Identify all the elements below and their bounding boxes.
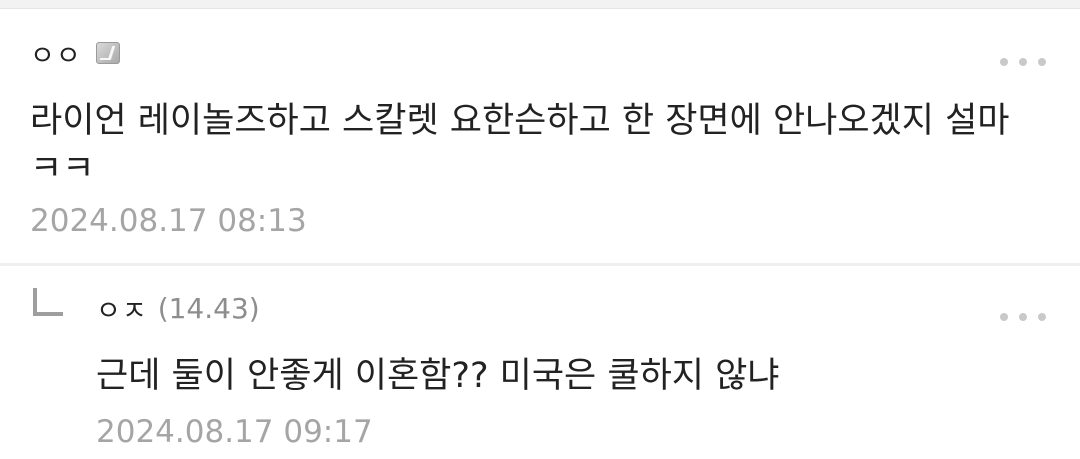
dot <box>1038 58 1046 66</box>
comment-body: 라이언 레이놀즈하고 스칼렛 요한슨하고 한 장면에 안나오겠지 설마 ㅋㅋ <box>30 101 1010 189</box>
reply-item: ㅇㅈ (14.43) 근데 둘이 안좋게 이혼함?? 미국은 쿨하지 않냐 20… <box>0 266 1080 459</box>
dot <box>1019 313 1027 321</box>
dot <box>1019 58 1027 66</box>
reply-timestamp: 2024.08.17 09:17 <box>96 414 373 450</box>
comment-timestamp: 2024.08.17 08:13 <box>30 203 307 239</box>
more-options-icon[interactable] <box>1000 310 1046 324</box>
comment-header: ㅇㅇ <box>30 34 120 73</box>
comment-author[interactable]: ㅇㅇ <box>30 34 82 73</box>
dot <box>1000 313 1008 321</box>
reply-header: ㅇㅈ (14.43) <box>96 289 260 328</box>
reply-author-level: (14.43) <box>157 291 260 325</box>
dot <box>1000 58 1008 66</box>
reply-author[interactable]: ㅇㅈ <box>96 289 148 328</box>
dot <box>1038 313 1046 321</box>
top-divider <box>0 0 1080 9</box>
member-badge-icon <box>95 42 120 64</box>
reply-body: 근데 둘이 안좋게 이혼함?? 미국은 쿨하지 않냐 <box>96 356 780 396</box>
more-options-icon[interactable] <box>1000 55 1046 69</box>
reply-arrow-icon <box>33 288 63 316</box>
comment-item: ㅇㅇ 라이언 레이놀즈하고 스칼렛 요한슨하고 한 장면에 안나오겠지 설마 ㅋ… <box>0 9 1080 264</box>
